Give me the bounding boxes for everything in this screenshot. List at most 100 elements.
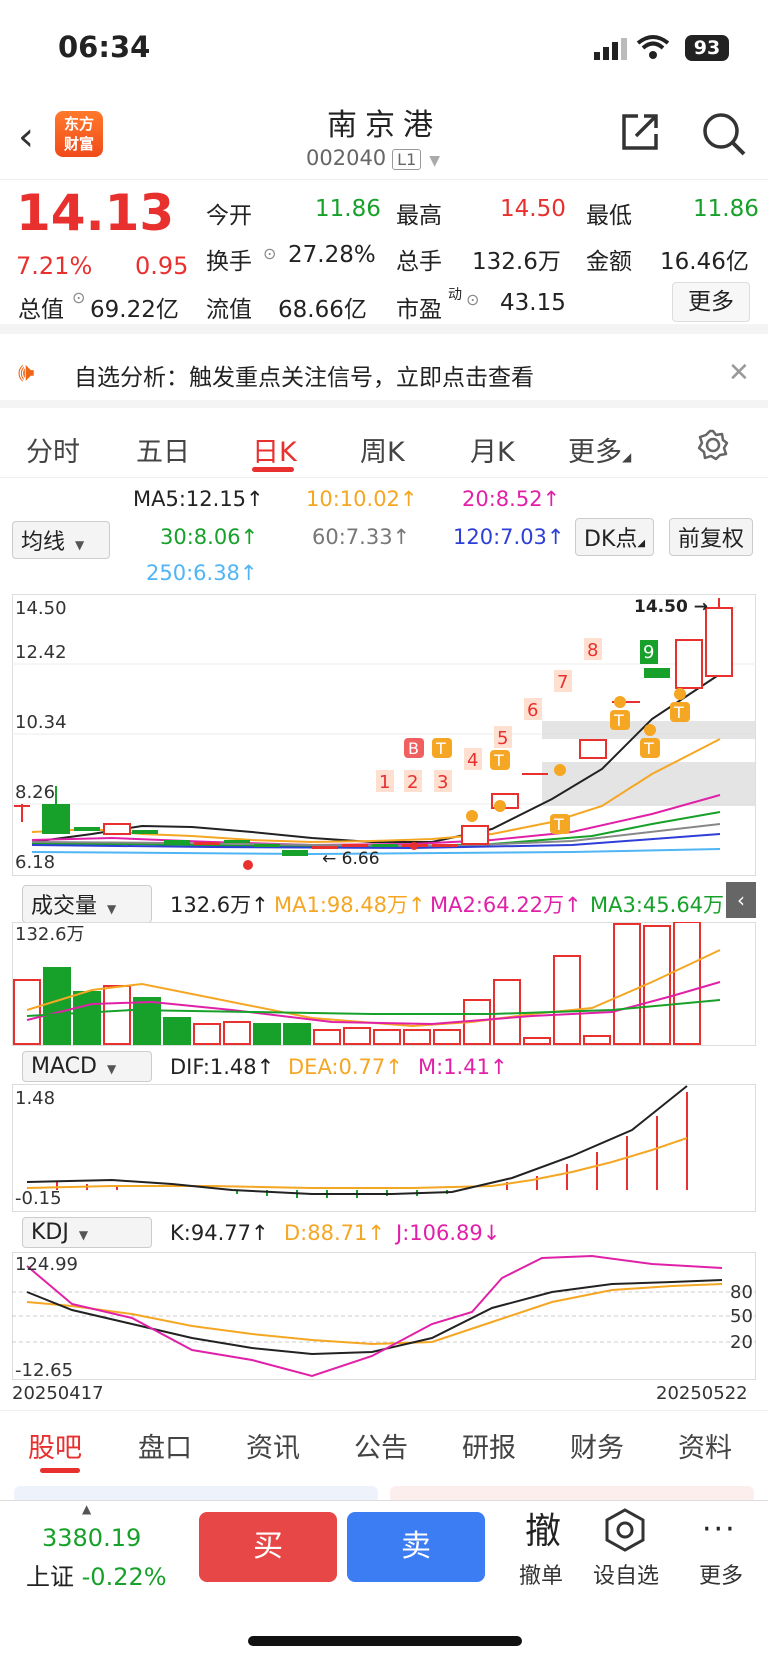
svg-text:T: T xyxy=(643,739,654,758)
close-icon[interactable]: ✕ xyxy=(728,358,750,388)
up-arrow-icon: ▲ xyxy=(82,1502,92,1516)
kdj-level-50: 50 xyxy=(730,1306,753,1327)
svg-text:T: T xyxy=(673,703,684,722)
amount-label: 金额 xyxy=(586,249,632,275)
date-start: 20250417 xyxy=(12,1383,104,1404)
ma10-value: 10:10.02↑ xyxy=(306,487,418,511)
tab-five-day[interactable]: 五日 xyxy=(136,430,190,469)
macd-selector[interactable]: MACD ▼ xyxy=(22,1051,152,1082)
macd-m: M:1.41↑ xyxy=(418,1055,508,1079)
macd-chart[interactable]: 1.48 -0.15 xyxy=(12,1084,756,1212)
signal-icon xyxy=(594,38,627,60)
svg-text:8.26: 8.26 xyxy=(15,782,55,803)
active-tab-indicator xyxy=(40,1468,80,1473)
dropdown-icon: ◢ xyxy=(637,538,646,549)
ma30-value: 30:8.06↑ xyxy=(160,525,259,549)
kline-chart[interactable]: 1 2 3 4 5 6 7 8 9 B TTTTTT 14.50 12.42 1… xyxy=(12,594,756,876)
amount-value: 16.46亿 xyxy=(660,249,749,275)
svg-text:5: 5 xyxy=(497,728,508,749)
adjust-button[interactable]: 前复权 xyxy=(669,518,754,556)
low-price-mark: 6.66 xyxy=(342,849,380,869)
more-actions-button[interactable]: 更多 xyxy=(686,1558,756,1590)
kdj-selector[interactable]: KDJ ▼ xyxy=(22,1217,152,1248)
svg-text:7: 7 xyxy=(557,672,568,693)
tab-profile[interactable]: 资料 xyxy=(678,1426,732,1465)
index-quote[interactable]: 上证 -0.22% xyxy=(26,1557,167,1592)
stock-header: ‹ 东方 财富 南京港 002040 L1 ▼ xyxy=(0,96,768,180)
tab-monthly-k[interactable]: 月K xyxy=(470,430,515,469)
add-watchlist-button[interactable]: 设自选 xyxy=(586,1558,666,1590)
wifi-icon xyxy=(636,35,670,59)
tab-intraday[interactable]: 分时 xyxy=(26,430,80,469)
tab-more[interactable]: 更多◢ xyxy=(568,430,631,469)
svg-text:10.34: 10.34 xyxy=(15,712,67,733)
svg-text:14.50: 14.50 xyxy=(15,598,67,619)
svg-text:← 6.66: ← 6.66 xyxy=(322,849,380,869)
home-indicator xyxy=(248,1636,522,1646)
kdj-j: J:106.89↓ xyxy=(396,1221,501,1245)
info-icon[interactable]: ⊙ xyxy=(466,290,479,309)
tab-weekly-k[interactable]: 周K xyxy=(360,430,405,469)
ma20-value: 20:8.52↑ xyxy=(462,487,561,511)
svg-text:6: 6 xyxy=(527,700,538,721)
tab-order-book[interactable]: 盘口 xyxy=(138,1426,192,1465)
macd-dea: DEA:0.77↑ xyxy=(288,1055,403,1079)
dk-point-button[interactable]: DK点◢ xyxy=(575,518,655,556)
notice-text[interactable]: 自选分析：触发重点关注信号，立即点击查看 xyxy=(74,358,534,392)
divider xyxy=(0,1410,768,1411)
ma60-value: 60:7.33↑ xyxy=(312,525,411,549)
change-percent: 7.21% xyxy=(16,252,93,280)
volume-value: 132.6万 xyxy=(472,249,561,275)
kdj-k: K:94.77↑ xyxy=(170,1221,269,1245)
more-button[interactable]: 更多 xyxy=(672,282,750,322)
add-watchlist-icon[interactable] xyxy=(604,1508,646,1552)
sell-button[interactable]: 卖 xyxy=(347,1512,485,1582)
tab-research[interactable]: 研报 xyxy=(462,1426,516,1465)
divider xyxy=(0,1500,768,1501)
svg-text:T: T xyxy=(435,739,446,758)
period-tabs: 分时 五日 日K 周K 月K 更多◢ xyxy=(0,416,768,478)
tab-finance[interactable]: 财务 xyxy=(570,1426,624,1465)
kdj-chart[interactable]: 124.99 -12.65 80 50 20 xyxy=(12,1252,756,1380)
ma250-value: 250:6.38↑ xyxy=(146,561,258,585)
tab-guba[interactable]: 股吧 xyxy=(28,1426,82,1465)
svg-text:B: B xyxy=(408,739,419,758)
stock-code[interactable]: 002040 L1 ▼ xyxy=(306,146,440,170)
dropdown-icon: ▼ xyxy=(429,153,441,169)
notice-bar[interactable]: 🕪 自选分析：触发重点关注信号，立即点击查看 ✕ xyxy=(0,344,768,408)
pe-superscript: 动 xyxy=(448,287,462,303)
collapse-icon[interactable]: ‹ xyxy=(726,882,756,918)
dropdown-icon: ◢ xyxy=(622,450,632,464)
cancel-order-icon[interactable]: 撤 xyxy=(510,1502,576,1554)
high-value: 14.50 xyxy=(500,196,566,222)
tab-announcements[interactable]: 公告 xyxy=(354,1426,408,1465)
info-icon[interactable]: ⊙ xyxy=(263,244,276,263)
buy-button[interactable]: 买 xyxy=(199,1512,337,1582)
search-icon[interactable] xyxy=(700,110,748,158)
info-icon[interactable]: ⊙ xyxy=(72,288,85,307)
volume-chart[interactable]: 132.6万 xyxy=(12,922,756,1046)
tab-daily-k[interactable]: 日K xyxy=(252,430,297,469)
post-card-preview xyxy=(390,1486,754,1500)
kdj-axis-bottom: -12.65 xyxy=(15,1360,73,1380)
svg-text:T: T xyxy=(493,751,504,770)
macd-axis-top: 1.48 xyxy=(15,1088,55,1109)
settings-gear-icon[interactable] xyxy=(696,428,730,462)
volume-selector[interactable]: 成交量 ▼ xyxy=(22,885,152,923)
index-value[interactable]: 3380.19 xyxy=(42,1524,141,1552)
float-label: 流值 xyxy=(206,297,252,323)
macd-axis-bottom: -0.15 xyxy=(15,1188,62,1209)
share-icon[interactable] xyxy=(618,110,662,154)
last-price: 14.13 xyxy=(16,184,175,242)
mktcap-label: 总值 xyxy=(18,297,64,323)
pe-label: 市盈 xyxy=(396,297,442,323)
active-tab-indicator xyxy=(252,467,294,472)
more-dots-icon[interactable]: ··· xyxy=(702,1512,737,1547)
tab-news[interactable]: 资讯 xyxy=(246,1426,300,1465)
kdj-axis-top: 124.99 xyxy=(15,1254,78,1275)
ma-selector[interactable]: 均线 ▼ xyxy=(12,521,110,559)
date-end: 20250522 xyxy=(656,1383,748,1404)
level-badge: L1 xyxy=(392,149,422,170)
low-label: 最低 xyxy=(586,203,632,229)
cancel-order-button[interactable]: 撤单 xyxy=(503,1558,579,1590)
